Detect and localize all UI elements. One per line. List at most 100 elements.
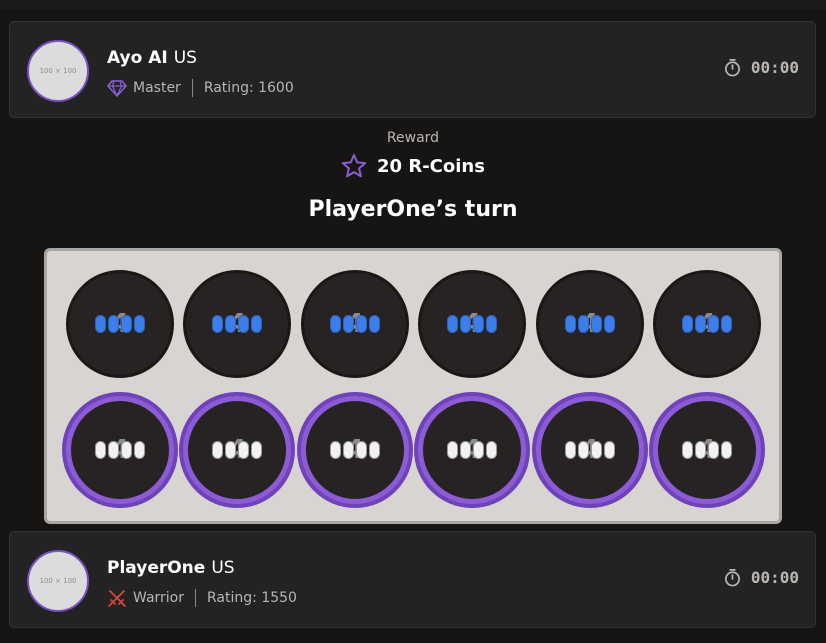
- white-seed: [329, 441, 341, 459]
- blue-seed: [447, 315, 459, 333]
- blue-seed: [695, 315, 706, 333]
- blue-seed: [603, 315, 615, 333]
- blue-seed: [368, 315, 380, 333]
- player-name: PlayerOne: [107, 558, 206, 578]
- meta-divider: [195, 589, 197, 607]
- opponent-pit-1: 4: [66, 270, 174, 378]
- opponent-avatar-placeholder: 100 × 100: [39, 67, 77, 75]
- pit-seeds: [69, 273, 171, 375]
- player-name-line: PlayerOne US: [107, 558, 235, 578]
- blue-seed: [108, 315, 119, 333]
- white-seed: [486, 441, 498, 459]
- star-icon: [341, 154, 367, 178]
- pit-seeds: [541, 401, 639, 499]
- opponent-timer-value: 00:00: [750, 58, 799, 77]
- white-seed: [225, 441, 237, 459]
- pit-seeds: [656, 273, 758, 375]
- opponent-avatar: 100 × 100: [27, 40, 89, 102]
- white-seed: [603, 441, 615, 459]
- opponent-country: US: [173, 48, 197, 68]
- white-seed: [238, 441, 250, 459]
- blue-seed: [251, 315, 263, 333]
- white-seed: [682, 441, 693, 459]
- blue-seed: [708, 315, 719, 333]
- pit-seeds: [658, 401, 756, 499]
- blue-seed: [577, 315, 589, 333]
- pit-seeds: [304, 273, 406, 375]
- player-timer-value: 00:00: [750, 568, 799, 587]
- white-seed: [121, 441, 132, 459]
- reward-value: 20 R-Coins: [377, 155, 485, 177]
- opponent-rating: Rating: 1600: [203, 80, 294, 96]
- pit-seeds: [71, 401, 169, 499]
- player-meta: Warrior Rating: 1550: [107, 588, 297, 608]
- opponent-pit-5: 4: [535, 270, 644, 378]
- player-timer: 00:00: [723, 568, 799, 587]
- pit-seeds: [421, 273, 523, 375]
- blue-seed: [212, 315, 224, 333]
- blue-seed: [355, 315, 367, 333]
- pit-seeds: [188, 401, 286, 499]
- pit-seeds: [186, 273, 288, 375]
- player-pit-4[interactable]: 4: [418, 396, 527, 504]
- opponent-meta: Master Rating: 1600: [107, 78, 294, 98]
- stopwatch-icon: [724, 569, 740, 587]
- opponent-rank: Master: [133, 80, 181, 96]
- white-seed: [590, 441, 602, 459]
- white-seed: [134, 441, 145, 459]
- player-avatar-placeholder: 100 × 100: [39, 577, 77, 585]
- pit-seeds: [423, 401, 521, 499]
- player-pit-3[interactable]: 4: [300, 396, 409, 504]
- white-seed: [564, 441, 576, 459]
- white-seed: [695, 441, 706, 459]
- white-seed: [721, 441, 732, 459]
- crossed-swords-icon: [108, 590, 126, 607]
- player-card: 100 × 100 PlayerOne US Warrior Rating: 15…: [9, 531, 816, 628]
- blue-seed: [682, 315, 693, 333]
- white-seed: [108, 441, 119, 459]
- reward-label: Reward: [386, 130, 440, 146]
- opponent-pit-6: 4: [653, 270, 761, 378]
- blue-seed: [95, 315, 106, 333]
- white-seed: [95, 441, 106, 459]
- player-pit-5[interactable]: 4: [535, 396, 644, 504]
- opponent-name: Ayo AI: [107, 48, 168, 68]
- player-pit-6[interactable]: 4: [653, 396, 761, 504]
- player-rank: Warrior: [133, 590, 185, 606]
- white-seed: [447, 441, 459, 459]
- blue-seed: [329, 315, 341, 333]
- player-pit-1[interactable]: 4: [66, 396, 174, 504]
- game-board: 444444444444: [44, 248, 782, 524]
- player-country: US: [211, 558, 235, 578]
- blue-seed: [486, 315, 498, 333]
- blue-seed: [473, 315, 485, 333]
- opponent-pit-3: 4: [300, 270, 409, 378]
- player-pit-2[interactable]: 4: [183, 396, 292, 504]
- stopwatch-icon: [724, 59, 740, 77]
- blue-seed: [342, 315, 354, 333]
- blue-seed: [460, 315, 472, 333]
- white-seed: [708, 441, 719, 459]
- player-avatar: 100 × 100: [27, 550, 89, 612]
- blue-seed: [121, 315, 132, 333]
- white-seed: [473, 441, 485, 459]
- opponent-pit-2: 4: [183, 270, 292, 378]
- top-strip: [0, 0, 826, 10]
- white-seed: [342, 441, 354, 459]
- white-seed: [251, 441, 263, 459]
- opponent-timer: 00:00: [723, 58, 799, 77]
- reward-amount: 20 R-Coins: [0, 153, 826, 179]
- pit-seeds: [539, 273, 641, 375]
- pit-seeds: [306, 401, 404, 499]
- blue-seed: [721, 315, 732, 333]
- white-seed: [460, 441, 472, 459]
- diamond-icon: [107, 80, 127, 97]
- white-seed: [368, 441, 380, 459]
- white-seed: [212, 441, 224, 459]
- blue-seed: [590, 315, 602, 333]
- turn-indicator: PlayerOne’s turn: [308, 197, 518, 222]
- opponent-pit-4: 4: [418, 270, 527, 378]
- white-seed: [355, 441, 367, 459]
- blue-seed: [564, 315, 576, 333]
- opponent-card: 100 × 100 Ayo AI US Master Rating: 1600 0…: [9, 21, 816, 118]
